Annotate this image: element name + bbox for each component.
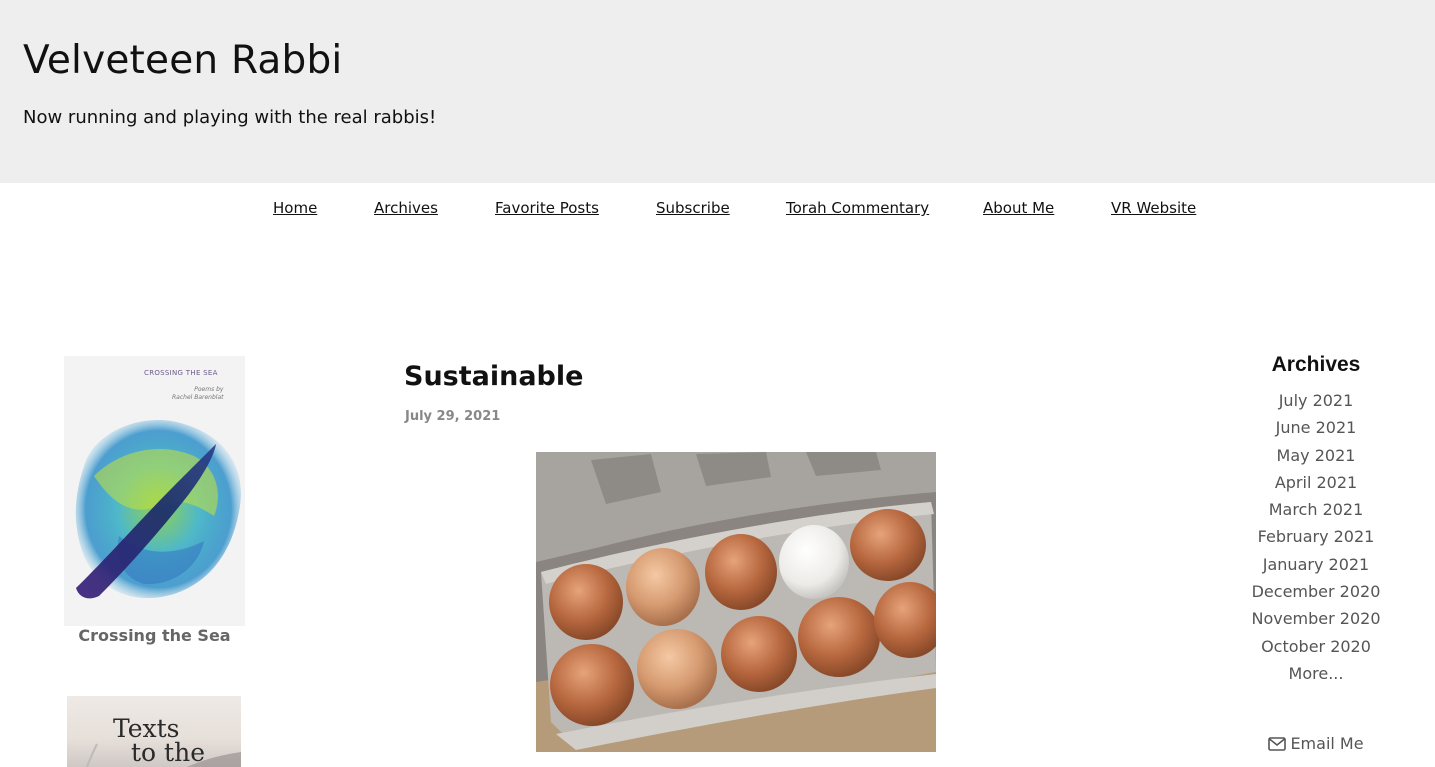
- book-cover-texts-to-the[interactable]: Texts to the: [67, 696, 241, 767]
- main-nav: Home Archives Favorite Posts Subscribe T…: [0, 199, 1435, 221]
- post-title[interactable]: Sustainable: [404, 361, 583, 392]
- site-title[interactable]: Velveteen Rabbi: [23, 38, 342, 83]
- site-tagline: Now running and playing with the real ra…: [23, 107, 437, 128]
- archives-heading: Archives: [1271, 353, 1361, 376]
- archive-link[interactable]: April 2021: [1236, 472, 1396, 499]
- envelope-icon: [1268, 737, 1287, 751]
- nav-about-me[interactable]: About Me: [983, 199, 1054, 217]
- book2-art: [86, 743, 241, 767]
- nav-vr-website[interactable]: VR Website: [1111, 199, 1196, 217]
- egg-carton-illustration: [536, 452, 936, 752]
- archive-link[interactable]: December 2020: [1236, 581, 1396, 608]
- egg-carton-photo: [536, 452, 936, 752]
- archive-link[interactable]: June 2021: [1236, 417, 1396, 444]
- book-caption[interactable]: Crossing the Sea: [64, 626, 245, 645]
- archive-link[interactable]: November 2020: [1236, 608, 1396, 635]
- book-cover-crossing-the-sea[interactable]: CROSSING THE SEA Poems by Rachel Barenbl…: [64, 356, 245, 626]
- email-me-link[interactable]: Email Me: [1236, 734, 1396, 753]
- archive-link[interactable]: February 2021: [1236, 526, 1396, 553]
- nav-home[interactable]: Home: [273, 199, 317, 217]
- nav-torah-commentary[interactable]: Torah Commentary: [786, 199, 929, 217]
- nav-favorite-posts[interactable]: Favorite Posts: [495, 199, 599, 217]
- nav-subscribe[interactable]: Subscribe: [656, 199, 730, 217]
- archives-list: July 2021 June 2021 May 2021 April 2021 …: [1236, 390, 1396, 690]
- archive-link[interactable]: May 2021: [1236, 445, 1396, 472]
- archives-more-link[interactable]: More...: [1236, 663, 1396, 690]
- archive-link[interactable]: October 2020: [1236, 636, 1396, 663]
- email-me-label: Email Me: [1290, 734, 1364, 753]
- nav-archives[interactable]: Archives: [374, 199, 438, 217]
- site-header: Velveteen Rabbi Now running and playing …: [0, 0, 1435, 183]
- archive-link[interactable]: March 2021: [1236, 499, 1396, 526]
- archive-link[interactable]: July 2021: [1236, 390, 1396, 417]
- post-date: July 29, 2021: [405, 409, 501, 424]
- archive-link[interactable]: January 2021: [1236, 554, 1396, 581]
- watercolor-art: [75, 420, 241, 599]
